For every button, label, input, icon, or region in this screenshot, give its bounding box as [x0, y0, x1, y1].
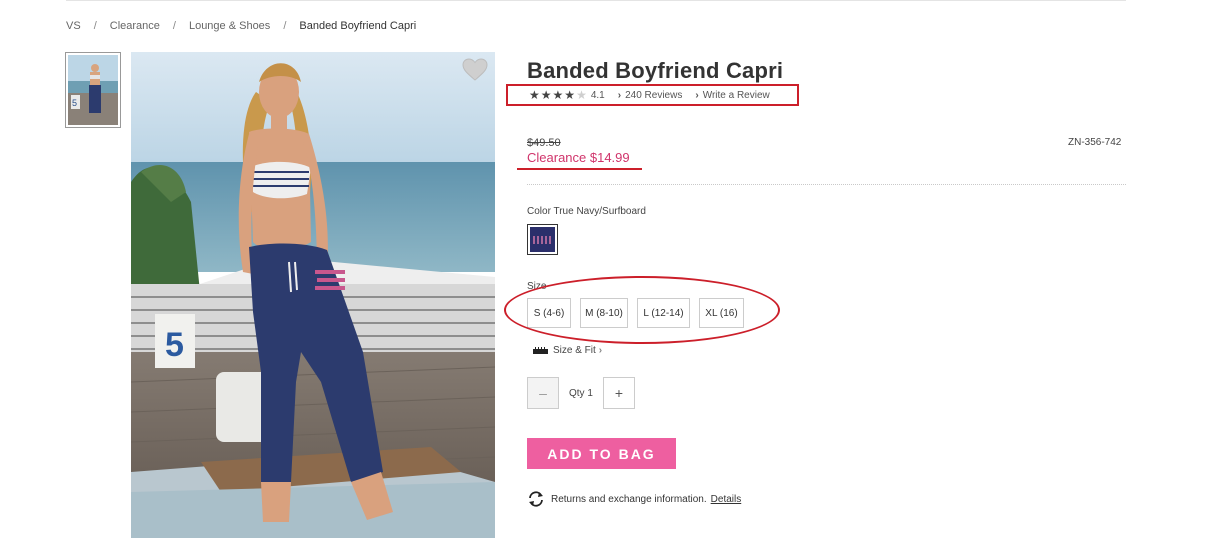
heart-icon[interactable] [462, 58, 488, 82]
product-main-image: 5 [131, 52, 495, 538]
price-divider [527, 184, 1126, 185]
chevron-right-icon: › [598, 345, 603, 356]
annotation-ellipse [504, 276, 780, 344]
add-to-bag-button[interactable]: ADD TO BAG [527, 438, 676, 469]
annotation-underline [517, 168, 642, 170]
quantity-stepper: – Qty 1 + [527, 377, 635, 409]
details-link[interactable]: Details [711, 494, 742, 505]
qty-value: Qty 1 [569, 387, 593, 399]
breadcrumb: VS / Clearance / Lounge & Shoes / Banded… [66, 20, 416, 32]
breadcrumb-lounge-shoes[interactable]: Lounge & Shoes [189, 20, 270, 32]
ruler-icon [533, 347, 548, 354]
product-sku: ZN-356-742 [1068, 137, 1122, 148]
breadcrumb-clearance[interactable]: Clearance [110, 20, 160, 32]
size-fit-link[interactable]: Size & Fit › [533, 345, 606, 356]
breadcrumb-separator: / [172, 20, 176, 32]
breadcrumb-separator: / [93, 20, 97, 32]
product-title: Banded Boyfriend Capri [527, 58, 784, 83]
annotation-rectangle [506, 84, 799, 106]
returns-info: Returns and exchange information. Detail… [527, 491, 741, 507]
qty-decrease-button[interactable]: – [527, 377, 559, 409]
sale-price: Clearance $14.99 [527, 150, 630, 165]
breadcrumb-current: Banded Boyfriend Capri [299, 20, 417, 32]
color-swatch-true-navy[interactable] [527, 224, 558, 255]
qty-increase-button[interactable]: + [602, 377, 635, 409]
svg-text:5: 5 [72, 98, 77, 108]
exchange-arrows-icon [529, 491, 543, 507]
original-price: $49.50 [527, 137, 561, 149]
color-label: Color True Navy/Surfboard [527, 206, 646, 217]
breadcrumb-vs[interactable]: VS [66, 20, 81, 32]
size-fit-label: Size & Fit [553, 345, 596, 356]
swatch-fill [530, 227, 555, 252]
thumbnail-image: 5 [68, 55, 118, 125]
model-photo: 5 [131, 52, 495, 538]
svg-text:5: 5 [165, 326, 184, 364]
product-thumbnail[interactable]: 5 [65, 52, 121, 128]
returns-text: Returns and exchange information. [551, 493, 707, 505]
breadcrumb-separator: / [283, 20, 287, 32]
top-divider [66, 0, 1126, 1]
